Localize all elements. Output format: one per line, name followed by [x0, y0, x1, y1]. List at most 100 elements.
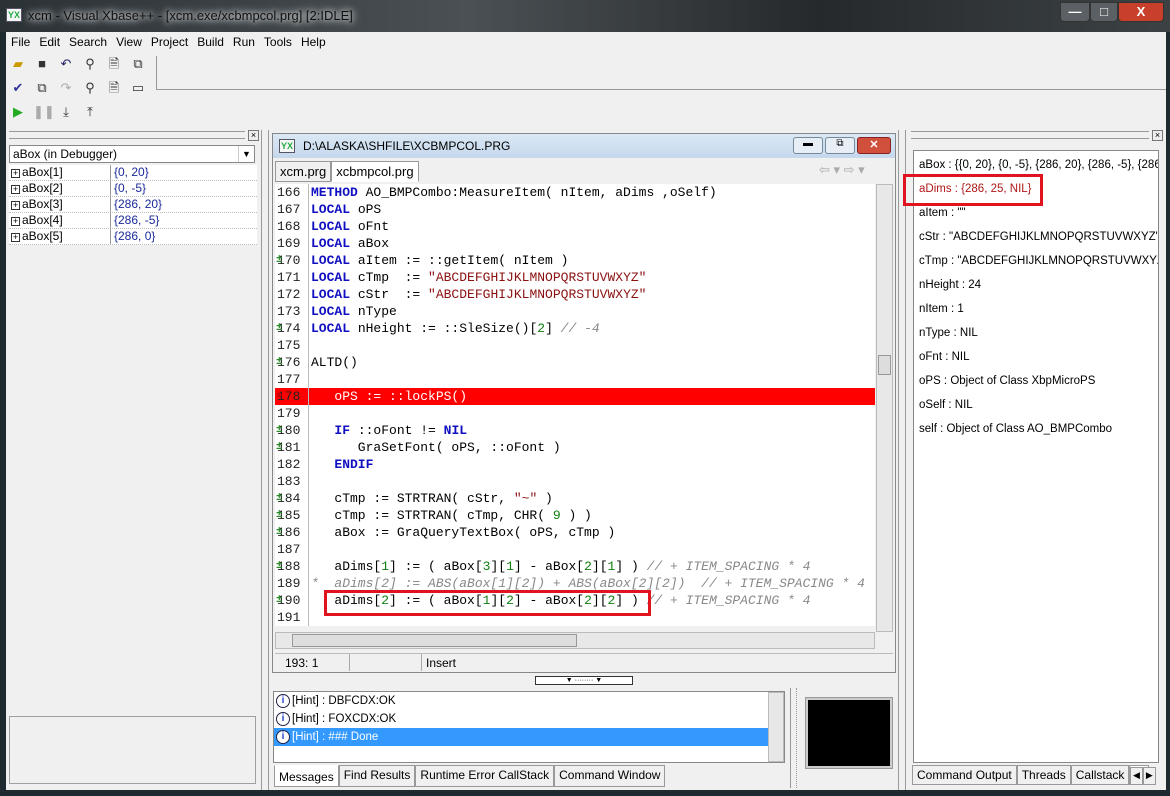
code-area[interactable]: 166 METHOD AO_BMPCombo:MeasureItem( nItem… [275, 184, 875, 626]
menu-project[interactable]: Project [151, 35, 188, 49]
watch-row[interactable]: + aBox[5] {286, 0} [9, 229, 257, 245]
code-line[interactable]: 188 ± aDims[1] := ( aBox[3][1] - aBox[2][… [275, 558, 875, 575]
tab-xcm-prg[interactable]: xcm.prg [275, 161, 332, 182]
menu-file[interactable]: File [11, 35, 30, 49]
variable-item[interactable]: self : Object of Class AO_BMPCombo [914, 417, 1158, 441]
variable-item[interactable]: oSelf : NIL [914, 393, 1158, 417]
watch-selector[interactable]: aBox (in Debugger) ▼ [9, 145, 255, 163]
horizontal-scroll-thumb[interactable] [292, 634, 577, 647]
undo-icon[interactable]: ↶ [57, 55, 75, 73]
debug-point-icon[interactable]: ± [276, 354, 283, 371]
variable-item[interactable]: nHeight : 24 [914, 273, 1158, 297]
editor-restore-button[interactable]: ⧉ [825, 137, 855, 154]
find-icon[interactable]: ⚲ [81, 55, 99, 73]
watch-row[interactable]: + aBox[4] {286, -5} [9, 213, 257, 229]
code-line[interactable]: 184 ± cTmp := STRTRAN( cStr, "~" ) [275, 490, 875, 507]
watch-row[interactable]: + aBox[1] {0, 20} [9, 165, 257, 181]
messages-scrollbar[interactable] [768, 692, 784, 762]
debug-point-icon[interactable]: ± [276, 507, 283, 524]
expand-icon[interactable]: + [11, 201, 20, 210]
code-line[interactable]: 181 ± GraSetFont( oPS, ::oFont ) [275, 439, 875, 456]
debug-point-icon[interactable]: ± [276, 524, 283, 541]
code-line[interactable]: 183 [275, 473, 875, 490]
pause-icon[interactable]: ❚❚ [33, 103, 55, 121]
variable-item[interactable]: cStr : "ABCDEFGHIJKLMNOPQRSTUVWXYZ" [914, 225, 1158, 249]
code-line[interactable]: 180 ± IF ::oFont != NIL [275, 422, 875, 439]
editor-close-button[interactable]: ✕ [857, 137, 891, 154]
minimize-button[interactable]: — [1060, 2, 1090, 22]
step-over-icon[interactable]: ⤒ [81, 103, 99, 121]
breakpoint-icon[interactable]: ● [276, 388, 283, 405]
tab-runtime-error-callstack[interactable]: Runtime Error CallStack [415, 765, 555, 787]
variable-item[interactable]: cTmp : "ABCDEFGHIJKLMNOPQRSTUVWXYZ" [914, 249, 1158, 273]
tab-threads[interactable]: Threads [1016, 765, 1071, 785]
expand-icon[interactable]: + [11, 217, 20, 226]
debug-point-icon[interactable]: ± [276, 252, 283, 269]
debug-point-icon[interactable]: ± [276, 422, 283, 439]
code-line[interactable]: 176 ± ALTD() [275, 354, 875, 371]
variable-item[interactable]: oFnt : NIL [914, 345, 1158, 369]
variable-item[interactable]: nItem : 1 [914, 297, 1158, 321]
expand-icon[interactable]: + [11, 233, 20, 242]
code-line[interactable]: 179 [275, 405, 875, 422]
horizontal-scrollbar[interactable] [275, 632, 875, 649]
new-file-icon[interactable]: 🗎 [105, 55, 123, 73]
code-line[interactable]: 177 [275, 371, 875, 388]
bottom-splitter[interactable] [790, 688, 797, 788]
expand-icon[interactable]: + [11, 185, 20, 194]
tab-command-window[interactable]: Command Window [554, 765, 666, 787]
code-line[interactable]: 167 LOCAL oPS [275, 201, 875, 218]
code-line[interactable]: 171 LOCAL cTmp := "ABCDEFGHIJKLMNOPQRSTUV… [275, 269, 875, 286]
menu-edit[interactable]: Edit [39, 35, 60, 49]
check-build-icon[interactable]: ✔ [9, 79, 27, 97]
menu-view[interactable]: View [116, 35, 142, 49]
tab-command-output[interactable]: Command Output [912, 765, 1017, 785]
watch-close-icon[interactable]: × [248, 130, 259, 141]
left-splitter[interactable] [261, 130, 269, 790]
chevron-down-icon[interactable]: ▼ [238, 146, 254, 162]
variable-item[interactable]: nType : NIL [914, 321, 1158, 345]
forward-arrow-icon[interactable]: ⇨ ▾ [844, 162, 865, 177]
copy-project-icon[interactable]: ⧉ [129, 55, 147, 73]
redo-icon[interactable]: ↷ [57, 79, 75, 97]
step-into-icon[interactable]: ⤓ [57, 103, 75, 121]
find-replace-icon[interactable]: ⚲ [81, 79, 99, 97]
breakpoint-line[interactable]: 178 ● oPS := ::lockPS() [275, 388, 875, 405]
close-button[interactable]: X [1118, 2, 1164, 22]
watch-panel-grip[interactable] [9, 131, 245, 139]
save-all-icon[interactable]: ⧉ [33, 79, 51, 97]
code-line[interactable]: 168 LOCAL oFnt [275, 218, 875, 235]
debug-point-icon[interactable]: ± [276, 558, 283, 575]
menu-build[interactable]: Build [197, 35, 224, 49]
back-arrow-icon[interactable]: ⇦ ▾ [819, 162, 840, 177]
tab-xcbmpcol-prg[interactable]: xcbmpcol.prg [331, 161, 419, 182]
menu-help[interactable]: Help [301, 35, 326, 49]
variables-panel-grip[interactable] [911, 131, 1149, 139]
open-folder-icon[interactable]: ▰ [9, 55, 27, 73]
watch-row[interactable]: + aBox[3] {286, 20} [9, 197, 257, 213]
code-line[interactable]: 173 LOCAL nType [275, 303, 875, 320]
editor-minimize-button[interactable]: ▬ [793, 137, 823, 154]
menu-run[interactable]: Run [233, 35, 255, 49]
watch-row[interactable]: + aBox[2] {0, -5} [9, 181, 257, 197]
expand-icon[interactable]: + [11, 169, 20, 178]
code-line[interactable]: 169 LOCAL aBox [275, 235, 875, 252]
message-item[interactable]: i [Hint] : ### Done [274, 728, 768, 746]
tab-callstack[interactable]: Callstack [1070, 765, 1130, 785]
menu-tools[interactable]: Tools [264, 35, 292, 49]
code-line[interactable]: 170 ± LOCAL aItem := ::getItem( nItem ) [275, 252, 875, 269]
debug-point-icon[interactable]: ± [276, 490, 283, 507]
run-debug-icon[interactable]: ▶ [9, 103, 27, 121]
variables-close-icon[interactable]: × [1152, 130, 1163, 141]
tab-find-results[interactable]: Find Results [338, 765, 416, 787]
code-line[interactable]: 166 METHOD AO_BMPCombo:MeasureItem( nItem… [275, 184, 875, 201]
message-item[interactable]: i [Hint] : DBFCDX:OK [274, 692, 784, 710]
remove-file-icon[interactable]: 🗎 [105, 79, 123, 97]
debug-point-icon[interactable]: ± [276, 320, 283, 337]
tab-messages[interactable]: Messages [274, 765, 339, 787]
menu-search[interactable]: Search [69, 35, 107, 49]
debug-point-icon[interactable]: ± [276, 439, 283, 456]
maximize-button[interactable]: □ [1090, 2, 1118, 22]
debug-point-icon[interactable]: ± [276, 592, 283, 609]
code-line[interactable]: 175 [275, 337, 875, 354]
